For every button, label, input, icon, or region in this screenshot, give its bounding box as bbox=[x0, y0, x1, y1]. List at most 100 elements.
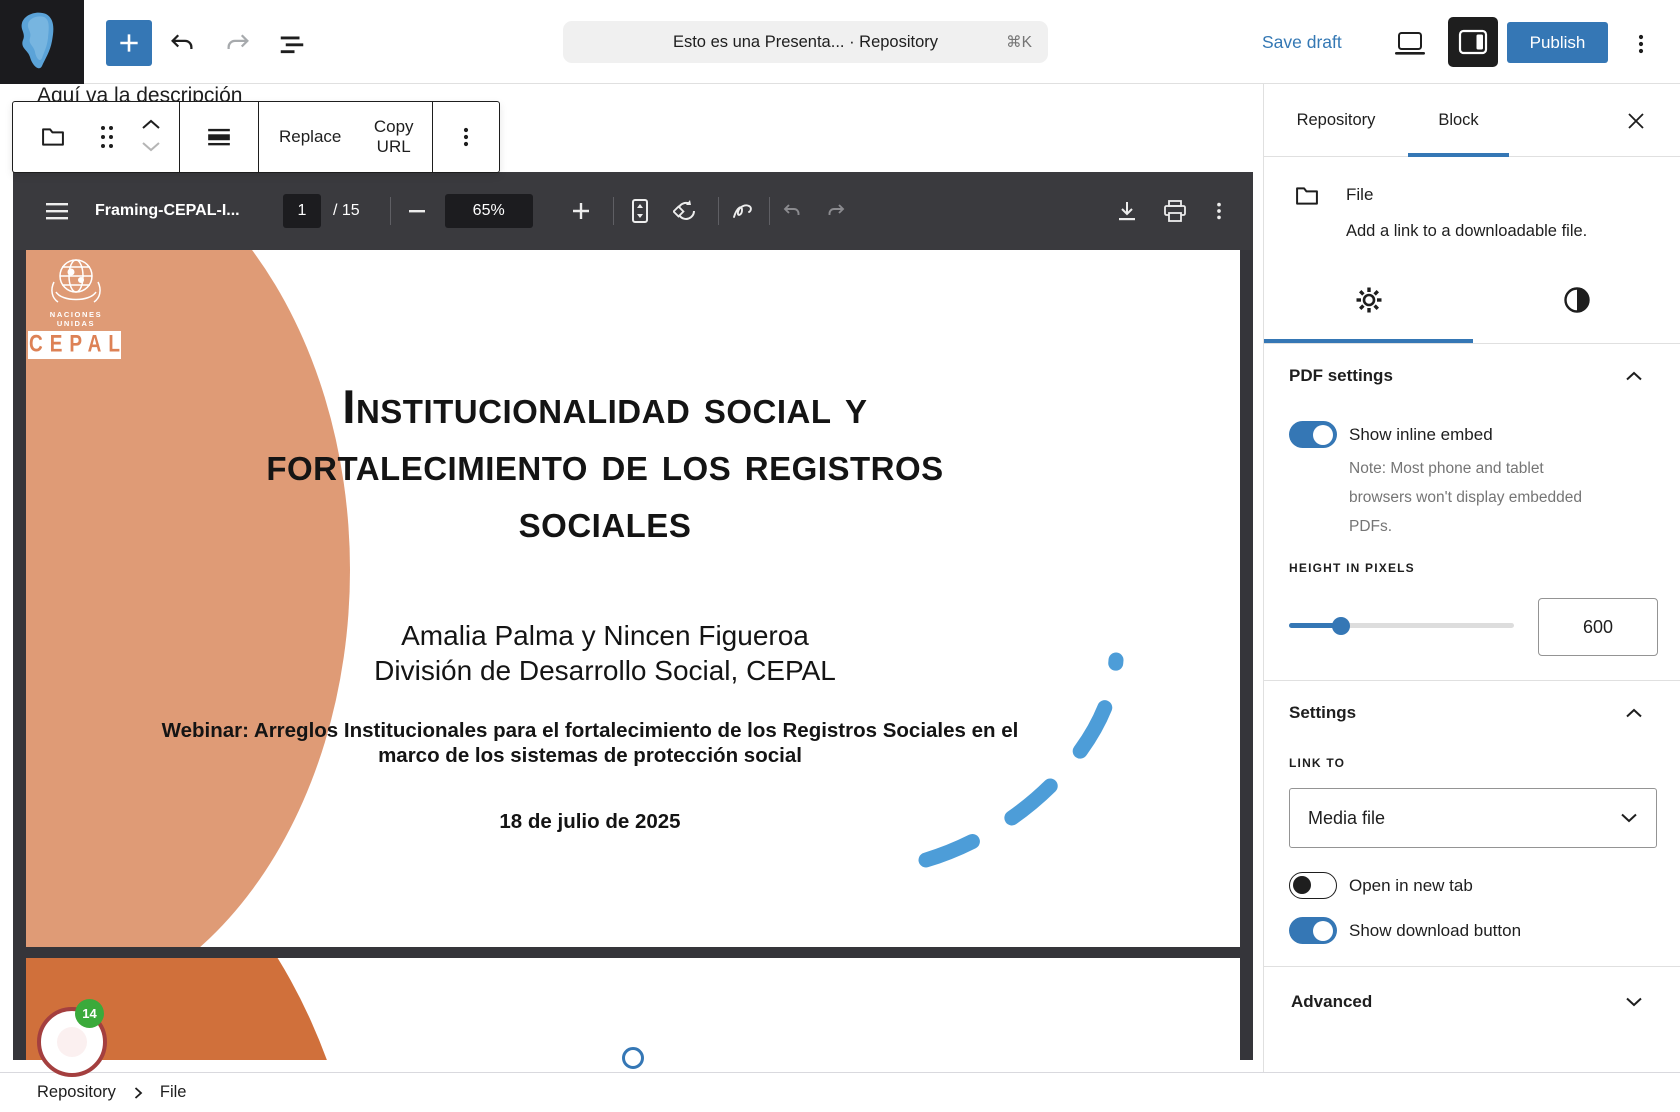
show-inline-embed-label: Show inline embed bbox=[1349, 425, 1493, 445]
chevron-up-icon bbox=[140, 118, 162, 131]
folder-icon bbox=[1293, 182, 1321, 210]
breadcrumb-repository[interactable]: Repository bbox=[37, 1083, 116, 1102]
breadcrumb-file[interactable]: File bbox=[160, 1083, 187, 1102]
redo-button[interactable] bbox=[218, 24, 258, 64]
kebab-icon bbox=[1629, 32, 1653, 56]
fit-page-icon bbox=[629, 198, 651, 224]
undo-icon bbox=[167, 29, 197, 59]
assistant-badge-count[interactable]: 14 bbox=[75, 999, 104, 1028]
options-menu-button[interactable] bbox=[1623, 24, 1659, 64]
command-palette-button[interactable]: Esto es una Presenta... · Repository ⌘K bbox=[563, 21, 1048, 63]
link-to-label: LINK TO bbox=[1289, 756, 1345, 770]
height-slider-track[interactable] bbox=[1289, 623, 1514, 628]
block-resize-handle[interactable] bbox=[622, 1047, 644, 1069]
tab-block-settings[interactable] bbox=[1264, 257, 1473, 343]
plus-icon bbox=[116, 30, 142, 56]
pdf-sidebar-toggle-button[interactable] bbox=[41, 195, 73, 227]
replace-button[interactable]: Replace bbox=[265, 102, 355, 172]
slide-date: 18 de julio de 2025 bbox=[26, 810, 1154, 834]
height-slider-thumb[interactable] bbox=[1332, 617, 1350, 635]
close-icon bbox=[1625, 110, 1647, 132]
pdf-zoom-level[interactable]: 65% bbox=[445, 194, 533, 228]
zoom-out-button[interactable] bbox=[401, 195, 433, 227]
settings-heading: Settings bbox=[1289, 703, 1356, 723]
tab-repository[interactable]: Repository bbox=[1264, 84, 1408, 157]
move-block-down-button[interactable] bbox=[140, 140, 162, 156]
toolbar-separator bbox=[613, 197, 614, 225]
un-caption: NACIONES UNIDAS bbox=[34, 310, 118, 328]
show-download-button-label: Show download button bbox=[1349, 921, 1521, 941]
kebab-icon bbox=[454, 125, 478, 149]
pdf-more-options-button[interactable] bbox=[1203, 195, 1235, 227]
toolbar-separator bbox=[718, 197, 719, 225]
gear-icon bbox=[1355, 286, 1383, 314]
block-inserter-button[interactable] bbox=[106, 20, 152, 66]
tab-block-styles[interactable] bbox=[1473, 257, 1680, 343]
publish-button[interactable]: Publish bbox=[1507, 22, 1608, 63]
tab-block[interactable]: Block bbox=[1408, 84, 1509, 157]
toolbar-separator bbox=[390, 197, 391, 225]
breadcrumb-bar: Repository File bbox=[0, 1072, 1680, 1112]
chevron-up-icon bbox=[1625, 708, 1643, 718]
print-button[interactable] bbox=[1159, 195, 1191, 227]
sidebar-tabs: Repository Block bbox=[1264, 84, 1680, 157]
show-download-button-toggle[interactable] bbox=[1289, 917, 1337, 944]
collapse-pdf-settings-button[interactable] bbox=[1620, 364, 1648, 388]
file-block-icon-button[interactable] bbox=[31, 102, 75, 172]
folder-icon bbox=[39, 123, 67, 151]
chevron-down-icon bbox=[1620, 813, 1638, 823]
slide2-background-graphics bbox=[26, 958, 1240, 1060]
pdf-page-1: NACIONES UNIDAS CEPAL Institucionalidad … bbox=[26, 250, 1240, 947]
height-value-input[interactable] bbox=[1538, 598, 1658, 656]
annotation-undo-button[interactable] bbox=[776, 195, 808, 227]
download-icon bbox=[1115, 199, 1139, 223]
site-logo[interactable] bbox=[0, 0, 84, 84]
link-to-select[interactable]: Media file bbox=[1289, 788, 1657, 848]
assistant-badge-inner bbox=[57, 1027, 87, 1057]
rotate-button[interactable] bbox=[670, 195, 702, 227]
toolbar-separator bbox=[769, 197, 770, 225]
slide-background-graphics bbox=[26, 250, 1240, 947]
expand-advanced-button[interactable] bbox=[1620, 990, 1648, 1014]
list-view-icon bbox=[277, 29, 307, 59]
move-block-up-button[interactable] bbox=[140, 118, 162, 134]
close-sidebar-button[interactable] bbox=[1616, 108, 1656, 134]
hamburger-icon bbox=[45, 201, 69, 221]
list-view-button[interactable] bbox=[272, 24, 312, 64]
pdf-filename: Framing-CEPAL-I... bbox=[95, 202, 275, 220]
save-draft-button[interactable]: Save draft bbox=[1262, 26, 1342, 58]
block-card-title: File bbox=[1346, 185, 1373, 205]
block-options-button[interactable] bbox=[446, 102, 486, 172]
block-card-description: Add a link to a downloadable file. bbox=[1346, 222, 1587, 241]
pdf-page-input[interactable]: 1 bbox=[283, 194, 321, 228]
settings-sidebar-toggle[interactable] bbox=[1448, 17, 1498, 67]
open-in-new-tab-toggle[interactable] bbox=[1289, 872, 1337, 899]
active-tab-underline bbox=[1408, 153, 1509, 157]
pdf-viewer-toolbar: Framing-CEPAL-I... 1 / 15 65% bbox=[13, 172, 1253, 250]
rotate-icon bbox=[673, 198, 699, 224]
chevron-down-icon bbox=[140, 140, 162, 153]
fit-page-button[interactable] bbox=[624, 195, 656, 227]
drag-dots-icon bbox=[98, 123, 116, 151]
show-inline-embed-toggle[interactable] bbox=[1289, 421, 1337, 448]
undo-button[interactable] bbox=[162, 24, 202, 64]
collapse-settings-button[interactable] bbox=[1620, 701, 1648, 725]
download-button[interactable] bbox=[1111, 195, 1143, 227]
plus-icon bbox=[571, 201, 591, 221]
laptop-icon bbox=[1393, 30, 1427, 58]
settings-sidebar: Repository Block File Add a link to a do… bbox=[1263, 84, 1680, 1072]
cepal-logo: CEPAL bbox=[28, 331, 121, 359]
ink-squiggle-icon bbox=[730, 199, 756, 223]
block-toolbar: Replace Copy URL bbox=[12, 101, 500, 173]
panel-divider bbox=[1264, 343, 1680, 344]
align-icon bbox=[206, 124, 232, 150]
drag-handle[interactable] bbox=[92, 102, 122, 172]
annotation-redo-button[interactable] bbox=[820, 195, 852, 227]
draw-annotate-button[interactable] bbox=[727, 195, 759, 227]
zoom-in-button[interactable] bbox=[565, 195, 597, 227]
preview-button[interactable] bbox=[1388, 24, 1432, 64]
copy-url-button[interactable]: Copy URL bbox=[355, 102, 432, 172]
align-button[interactable] bbox=[195, 102, 243, 172]
panel-divider bbox=[1264, 680, 1680, 681]
print-icon bbox=[1162, 199, 1188, 223]
